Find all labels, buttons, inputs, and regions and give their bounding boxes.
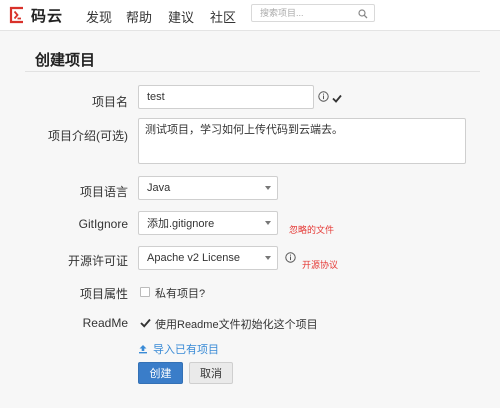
language-label: 项目语言 — [79, 185, 128, 199]
license-label: 开源许可证 — [67, 254, 128, 268]
description-textarea[interactable]: 测试项目，学习如何上传代码到云端去。 — [138, 118, 466, 164]
language-select-value: Java — [147, 182, 171, 194]
title-divider — [25, 71, 480, 72]
nav-discover[interactable]: 发现 — [86, 7, 112, 26]
attribute-label: 项目属性 — [79, 287, 128, 301]
license-select-value: Apache v2 License — [147, 252, 240, 264]
upload-icon — [138, 344, 148, 354]
chevron-down-icon — [265, 256, 271, 260]
project-name-label: 项目名 — [91, 95, 128, 109]
gitignore-select-value: 添加.gitignore — [147, 218, 215, 230]
main-content: 创建项目 项目名 项目介绍(可选) 测试项目，学习如何上传代码到云端去。 项目语… — [0, 31, 500, 408]
license-note: 开源协议 — [302, 260, 339, 270]
chevron-down-icon — [265, 221, 271, 225]
readme-checkbox-label: 使用Readme文件初始化这个项目 — [155, 319, 318, 331]
readme-checkbox[interactable] — [140, 317, 151, 331]
import-project-link[interactable]: 导入已有项目 — [138, 341, 219, 357]
gitignore-label: GitIgnore — [78, 217, 128, 231]
cancel-button[interactable]: 取消 — [189, 362, 233, 384]
logo-text: 码云 — [31, 7, 64, 25]
logo[interactable]: 码云 — [8, 4, 63, 26]
gitignore-note: 忽略的文件 — [289, 225, 335, 235]
description-label: 项目介绍(可选) — [48, 129, 128, 143]
nav-help[interactable]: 帮助 — [126, 7, 152, 26]
private-checkbox-label: 私有项目? — [155, 288, 206, 300]
logo-icon — [8, 6, 26, 24]
private-checkbox[interactable] — [140, 287, 150, 297]
search-icon[interactable] — [358, 8, 368, 22]
page-title: 创建项目 — [35, 52, 96, 69]
valid-check-icon — [332, 92, 342, 106]
license-info-icon[interactable] — [285, 252, 296, 266]
import-project-text: 导入已有项目 — [153, 344, 219, 356]
create-button[interactable]: 创建 — [138, 362, 183, 384]
language-select[interactable]: Java — [138, 176, 278, 200]
chevron-down-icon — [265, 186, 271, 190]
search-box — [251, 4, 375, 22]
gitignore-select[interactable]: 添加.gitignore — [138, 211, 278, 235]
top-nav-bar: 码云 发现 帮助 建议 社区 — [0, 0, 500, 31]
project-name-input[interactable] — [138, 85, 314, 109]
license-select[interactable]: Apache v2 License — [138, 246, 278, 270]
info-icon[interactable] — [318, 91, 329, 105]
nav-suggest[interactable]: 建议 — [168, 7, 194, 26]
search-input[interactable] — [252, 5, 360, 21]
nav-community[interactable]: 社区 — [210, 7, 236, 26]
readme-label: ReadMe — [82, 316, 128, 330]
